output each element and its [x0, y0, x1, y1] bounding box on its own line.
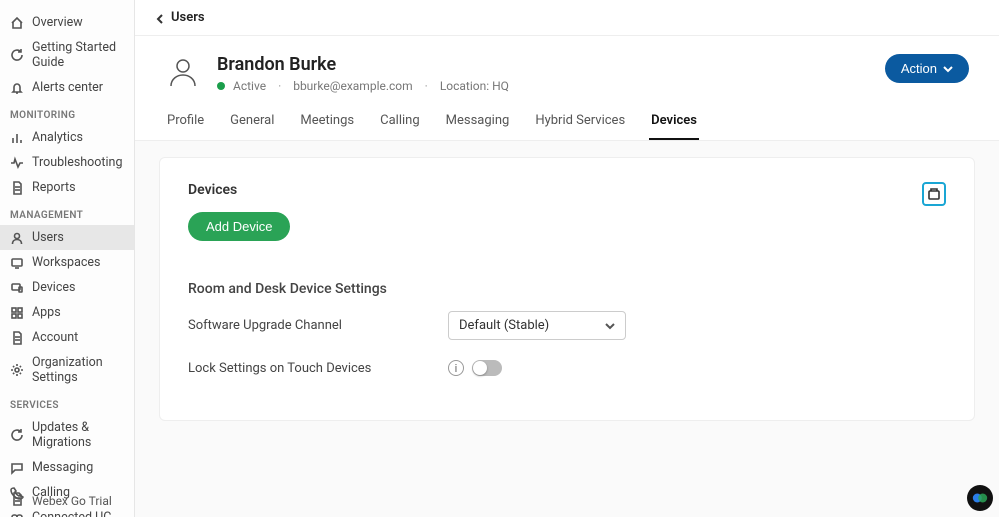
avatar-icon [165, 54, 201, 90]
sidebar-item-label: Overview [32, 15, 83, 30]
pulse-icon [10, 156, 24, 170]
sidebar-item-label: Getting Started Guide [32, 40, 124, 70]
sidebar-item-label: Users [32, 230, 64, 245]
sidebar-section-header: SERVICES [0, 390, 134, 415]
home-icon [10, 16, 24, 30]
tab-hybrid-services[interactable]: Hybrid Services [533, 103, 627, 140]
devices-card: Devices Add Device Room and Desk Device … [159, 157, 975, 421]
chat-icon [10, 461, 24, 475]
device-icon [10, 281, 24, 295]
export-csv-button[interactable] [922, 182, 946, 206]
user-email: bburke@example.com [293, 79, 412, 93]
sidebar-item-label: Apps [32, 305, 61, 320]
tabs: Profile General Meetings Calling Messaging Hy… [135, 103, 999, 141]
software-channel-select[interactable]: Default (Stable) [448, 311, 626, 340]
doc-icon [10, 492, 24, 509]
sidebar-item-devices[interactable]: Devices [0, 275, 134, 300]
refresh-icon [10, 428, 24, 442]
sidebar-footer[interactable]: Webex Go Trial [0, 484, 135, 517]
sidebar-item-label: Devices [32, 280, 75, 295]
add-device-button[interactable]: Add Device [188, 212, 290, 241]
bell-icon [10, 81, 24, 95]
lock-settings-row: Lock Settings on Touch Devices i [188, 360, 946, 376]
tab-meetings[interactable]: Meetings [298, 103, 356, 140]
doc-icon [10, 331, 24, 345]
sidebar-item-apps[interactable]: Apps [0, 300, 134, 325]
chevron-left-icon [155, 13, 165, 23]
lock-settings-toggle[interactable] [472, 360, 502, 376]
tab-messaging[interactable]: Messaging [444, 103, 512, 140]
tab-calling[interactable]: Calling [378, 103, 422, 140]
sidebar-item-label: Updates & Migrations [32, 420, 124, 450]
status-dot-icon [217, 82, 225, 90]
action-button-label: Action [901, 61, 937, 76]
main: Users Brandon Burke Active bburke@exampl… [135, 0, 999, 517]
user-status: Active [233, 79, 266, 93]
sidebar-item-troubleshooting[interactable]: Troubleshooting [0, 150, 134, 175]
sidebar-footer-label: Webex Go Trial [32, 494, 112, 508]
sidebar-item-label: Alerts center [32, 80, 103, 95]
user-header: Brandon Burke Active bburke@example.com … [135, 36, 999, 103]
sidebar-item-messaging[interactable]: Messaging [0, 455, 134, 480]
room-desk-settings-heading: Room and Desk Device Settings [188, 281, 946, 297]
toggle-knob [473, 361, 487, 375]
sidebar-item-label: Organization Settings [32, 355, 124, 385]
tab-profile[interactable]: Profile [165, 103, 206, 140]
tab-general[interactable]: General [228, 103, 276, 140]
webex-brand-icon [967, 485, 993, 511]
tab-devices[interactable]: Devices [649, 103, 699, 140]
doc-icon [10, 181, 24, 195]
sidebar-item-updates-migrations[interactable]: Updates & Migrations [0, 415, 134, 455]
sidebar-item-getting-started-guide[interactable]: Getting Started Guide [0, 35, 134, 75]
sidebar-item-workspaces[interactable]: Workspaces [0, 250, 134, 275]
sidebar-section-header: MONITORING [0, 100, 134, 125]
sidebar-item-label: Messaging [32, 460, 93, 475]
sidebar-section-header: MANAGEMENT [0, 200, 134, 225]
software-channel-value: Default (Stable) [459, 318, 549, 333]
action-button[interactable]: Action [885, 54, 969, 83]
sidebar-item-users[interactable]: Users [0, 225, 134, 250]
sidebar-item-label: Account [32, 330, 78, 345]
devices-heading: Devices [188, 182, 290, 198]
user-name: Brandon Burke [217, 54, 509, 75]
lock-settings-label: Lock Settings on Touch Devices [188, 361, 448, 376]
software-channel-row: Software Upgrade Channel Default (Stable… [188, 311, 946, 340]
breadcrumb[interactable]: Users [135, 0, 999, 36]
sidebar-item-alerts-center[interactable]: Alerts center [0, 75, 134, 100]
sidebar-item-account[interactable]: Account [0, 325, 134, 350]
gear-icon [10, 363, 24, 377]
breadcrumb-label: Users [171, 10, 205, 25]
refresh-icon [10, 48, 24, 62]
apps-icon [10, 306, 24, 320]
info-icon[interactable]: i [448, 360, 464, 376]
user-icon [10, 231, 24, 245]
sidebar-item-label: Troubleshooting [32, 155, 122, 170]
sidebar-item-label: Workspaces [32, 255, 101, 270]
sidebar-item-overview[interactable]: Overview [0, 10, 134, 35]
sidebar-item-organization-settings[interactable]: Organization Settings [0, 350, 134, 390]
bars-icon [10, 131, 24, 145]
sidebar-item-label: Reports [32, 180, 76, 195]
workspace-icon [10, 256, 24, 270]
sidebar-item-label: Analytics [32, 130, 83, 145]
chevron-down-icon [943, 64, 953, 74]
sidebar-item-analytics[interactable]: Analytics [0, 125, 134, 150]
chevron-down-icon [605, 321, 615, 331]
sidebar: Overview Getting Started Guide Alerts cent… [0, 0, 135, 517]
user-location: Location: HQ [440, 79, 509, 93]
software-channel-label: Software Upgrade Channel [188, 318, 448, 333]
add-device-label: Add Device [206, 219, 272, 234]
sidebar-item-reports[interactable]: Reports [0, 175, 134, 200]
